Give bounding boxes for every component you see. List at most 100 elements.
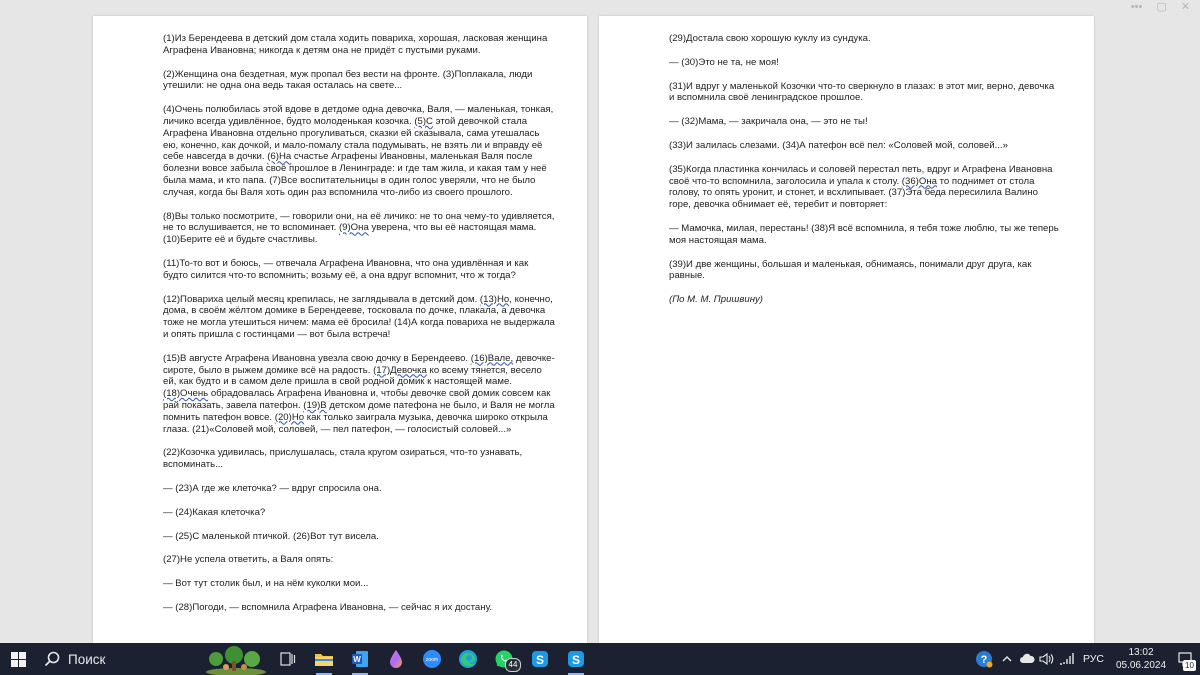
document-paragraph: — (23)А где же клеточка? — вдруг спросил… (163, 483, 555, 495)
skype-icon: S (568, 651, 584, 667)
text-segment: — (25)С маленькой птичкой. (26)Вот тут в… (163, 530, 379, 542)
page-text-right: (29)Достала свою хорошую куклу из сундук… (669, 33, 1061, 318)
svg-text:S: S (572, 653, 580, 667)
taskbar-search[interactable]: Поиск (36, 643, 270, 675)
text-segment: (1)Из Берендеева в детский дом стала ход… (163, 33, 548, 56)
document-paragraph: (12)Повариха целый месяц крепилась, не з… (163, 294, 555, 341)
text-segment: (39)И две женщины, большая и маленькая, … (669, 258, 1032, 282)
spellcheck-segment: (20)Но (274, 411, 305, 423)
document-paragraph: (2)Женщина она бездетная, муж пропал без… (163, 69, 555, 93)
taskbar-skype-1[interactable]: S (522, 643, 558, 675)
taskbar-file-explorer[interactable] (306, 643, 342, 675)
document-paragraph: — (25)С маленькой птичкой. (26)Вот тут в… (163, 531, 555, 543)
spellcheck-segment: (13)Но, (479, 293, 512, 305)
text-segment: — (23)А где же клеточка? — вдруг спросил… (163, 482, 382, 494)
document-paragraph: (33)И залилась слезами. (34)А патефон вс… (669, 140, 1061, 152)
notifications-button[interactable]: 10 (1170, 643, 1200, 675)
svg-text:zoom: zoom (426, 657, 438, 663)
windows-logo-icon (10, 651, 26, 667)
word-icon: W (352, 651, 368, 667)
page-text-left: (1)Из Берендеева в детский дом стала ход… (163, 33, 555, 626)
document-paragraph: — (24)Какая клеточка? (163, 507, 555, 519)
taskbar-skype-2[interactable]: S (558, 643, 594, 675)
close-icon[interactable]: ✕ (1181, 0, 1190, 14)
whatsapp-badge: 44 (505, 658, 521, 672)
document-paragraph: (11)То-то вот и боюсь, — отвечала Аграфе… (163, 258, 555, 282)
task-view-icon (280, 652, 296, 666)
text-segment: (27)Не успела ответить, а Валя опять: (163, 554, 334, 566)
network-button[interactable] (1057, 643, 1077, 675)
tray-expand-button[interactable] (997, 643, 1017, 675)
text-segment: (33)И залилась слезами. (34)А патефон вс… (669, 139, 1008, 151)
text-segment: (2)Женщина она бездетная, муж пропал без… (163, 68, 533, 92)
search-label: Поиск (68, 651, 106, 667)
volume-button[interactable] (1037, 643, 1057, 675)
text-segment: (29)Достала свою хорошую куклу из сундук… (669, 33, 871, 44)
taskbar-zoom[interactable]: zoom (414, 643, 450, 675)
window-controls: ••• ▢ ✕ (1131, 0, 1190, 14)
document-paragraph: (39)И две женщины, большая и маленькая, … (669, 259, 1061, 283)
taskbar-word[interactable]: W (342, 643, 378, 675)
spellcheck-segment: (5)С (414, 115, 433, 127)
text-segment: (12)Повариха целый месяц крепилась, не з… (163, 293, 480, 305)
text-segment: (По М. М. Пришвину) (669, 294, 763, 306)
zoom-icon: zoom (423, 650, 441, 668)
document-paragraph: (22)Козочка удивилась, прислушалась, ста… (163, 447, 555, 471)
text-segment: (11)То-то вот и боюсь, — отвечала Аграфе… (163, 257, 529, 281)
document-paragraph: (27)Не успела ответить, а Валя опять: (163, 554, 555, 566)
document-page-right: (29)Достала свою хорошую куклу из сундук… (599, 16, 1094, 644)
wifi-icon (1059, 653, 1074, 665)
search-highlight-icon (206, 646, 266, 675)
spellcheck-segment: (36)Она (901, 175, 937, 187)
document-paragraph: (8)Вы только посмотрите, — говорили они,… (163, 211, 555, 246)
taskbar: Поиск W zoom 44 S S ? РУС 13:02 05.06.20… (0, 643, 1200, 675)
document-paragraph: (15)В августе Аграфена Ивановна увезла с… (163, 353, 555, 436)
system-tray: ? РУС 13:02 05.06.2024 10 (971, 643, 1200, 675)
document-paragraph: (4)Очень полюбилась этой вдове в детдоме… (163, 104, 555, 198)
restore-icon[interactable]: ▢ (1156, 0, 1166, 14)
help-button[interactable]: ? (971, 643, 997, 675)
text-segment: — (24)Какая клеточка? (163, 506, 266, 518)
cloud-icon (1019, 653, 1035, 663)
spellcheck-segment: (17)Девочка (373, 364, 427, 376)
taskbar-drop-app[interactable] (378, 643, 414, 675)
document-paragraph: (По М. М. Пришвину) (669, 294, 1061, 306)
svg-text:S: S (536, 653, 544, 667)
document-paragraph: (1)Из Берендеева в детский дом стала ход… (163, 33, 555, 57)
document-paragraph: — (32)Мама, — закричала она, — это не ты… (669, 116, 1061, 128)
text-segment: (15)В августе Аграфена Ивановна увезла с… (163, 352, 471, 364)
spellcheck-segment: (16)Вале, (470, 352, 514, 364)
text-segment: — (30)Это не та, не моя! (669, 56, 779, 68)
spellcheck-segment: (18)Очень (163, 388, 209, 400)
folder-icon (315, 654, 333, 666)
edge-icon (459, 650, 477, 668)
text-segment: — Мамочка, милая, перестань! (38)Я всё в… (669, 222, 1059, 246)
document-paragraph: — Вот тут столик был, и на нём куколки м… (163, 578, 555, 590)
drop-icon (390, 650, 402, 668)
text-segment: — (28)Погоди, — вспомнила Аграфена Ивано… (163, 601, 493, 613)
document-page-left: (1)Из Берендеева в детский дом стала ход… (93, 16, 587, 644)
spellcheck-segment: (9)Она (338, 222, 369, 234)
document-paragraph: (35)Когда пластинка кончилась и соловей … (669, 164, 1061, 211)
taskbar-edge[interactable] (450, 643, 486, 675)
speaker-icon (1039, 652, 1054, 666)
clock-date: 05.06.2024 (1115, 660, 1167, 671)
spellcheck-segment: (6)На (267, 151, 292, 163)
notification-count: 10 (1183, 660, 1196, 671)
search-icon (40, 643, 64, 675)
svg-text:W: W (353, 655, 361, 664)
language-indicator[interactable]: РУС (1083, 653, 1104, 665)
help-icon: ? (975, 651, 993, 668)
more-options-icon[interactable]: ••• (1131, 0, 1143, 14)
document-paragraph: — (30)Это не та, не моя! (669, 57, 1061, 69)
spellcheck-segment: (19)В (303, 399, 327, 411)
taskbar-whatsapp[interactable]: 44 (486, 643, 522, 675)
document-paragraph: (29)Достала свою хорошую куклу из сундук… (669, 33, 1061, 45)
task-view-button[interactable] (270, 643, 306, 675)
clock[interactable]: 13:02 05.06.2024 (1112, 646, 1170, 672)
onedrive-button[interactable] (1017, 643, 1037, 675)
text-segment: — (32)Мама, — закричала она, — это не ты… (669, 116, 868, 128)
start-button[interactable] (0, 643, 36, 675)
document-paragraph: — (28)Погоди, — вспомнила Аграфена Ивано… (163, 602, 555, 614)
text-segment: (31)И вдруг у маленькой Козочки что-то с… (669, 80, 1055, 104)
